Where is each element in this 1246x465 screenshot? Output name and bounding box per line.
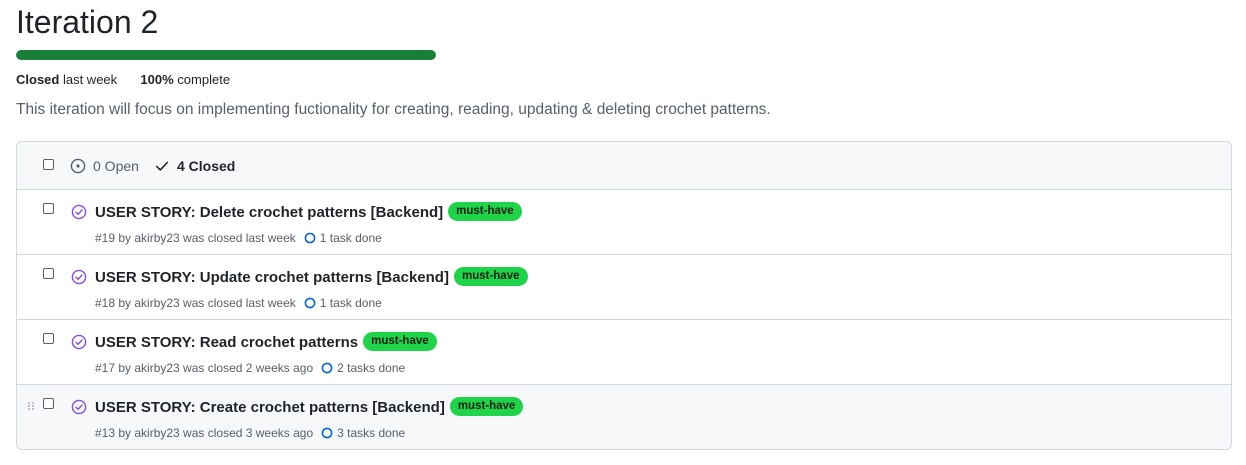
task-count: 1 task done [319,296,382,310]
percent-text: complete [177,72,231,87]
issues-list: 0 Open 4 Closed USER STORY: Delete croch… [16,141,1232,450]
issue-closed-icon [71,204,87,220]
label-badge[interactable]: must-have [363,331,437,351]
issue-title-link[interactable]: USER STORY: Update crochet patterns [Bac… [95,268,449,288]
label-badge[interactable]: must-have [453,266,528,286]
issue-title-link[interactable]: USER STORY: Delete crochet patterns [Bac… [95,203,443,223]
task-progress: 2 tasks done [321,360,405,376]
issue-checkbox[interactable] [43,268,54,279]
task-count: 2 tasks done [337,361,406,375]
issue-checkbox[interactable] [43,333,54,344]
label-badge[interactable]: must-have [449,396,524,416]
task-progress: 3 tasks done [321,425,405,441]
issue-row[interactable]: USER STORY: Update crochet patterns [Bac… [17,255,1231,320]
issue-row[interactable]: USER STORY: Read crochet patterns must-h… [17,320,1231,385]
issue-closed-icon [71,269,87,285]
open-filter[interactable]: 0 Open [70,157,139,175]
issue-closed-icon [71,334,87,350]
closed-when: last week [62,72,118,87]
issue-meta: #13 by akirby23 was closed 3 weeks ago [95,426,314,440]
task-circle-icon [321,362,333,374]
iteration-meta: Closed last week 100% complete [16,71,230,89]
closed-filter-label: 4 Closed [177,158,236,174]
issue-title-link[interactable]: USER STORY: Read crochet patterns [95,333,358,353]
task-count: 3 tasks done [337,426,406,440]
issue-meta: #18 by akirby23 was closed last week [95,296,296,310]
progress-fill [16,50,436,60]
issues-list-header: 0 Open 4 Closed [17,142,1231,190]
drag-handle-icon[interactable] [27,401,35,411]
percent-value: 100% [140,72,174,87]
issue-closed-icon [71,399,87,415]
issue-meta: #19 by akirby23 was closed last week [95,231,296,245]
progress-bar [16,50,436,60]
check-icon [155,161,169,171]
task-count: 1 task done [319,231,382,245]
open-filter-label: 0 Open [93,158,139,174]
label-badge[interactable]: must-have [448,201,522,221]
task-circle-icon [304,297,316,309]
task-circle-icon [321,427,333,439]
page-title: Iteration 2 [16,4,159,40]
issue-checkbox[interactable] [43,203,54,214]
closed-status: Closed [16,72,60,87]
iteration-description: This iteration will focus on implementin… [16,101,771,118]
task-progress: 1 task done [304,295,382,311]
issue-meta: #17 by akirby23 was closed 2 weeks ago [95,361,314,375]
task-progress: 1 task done [304,230,382,246]
task-circle-icon [304,232,316,244]
select-all-checkbox[interactable] [43,159,54,170]
issue-row[interactable]: USER STORY: Delete crochet patterns [Bac… [17,190,1231,255]
issue-open-icon [70,158,86,174]
issue-title-link[interactable]: USER STORY: Create crochet patterns [Bac… [95,398,445,418]
closed-filter[interactable]: 4 Closed [155,157,235,175]
issue-row[interactable]: USER STORY: Create crochet patterns [Bac… [17,385,1231,449]
issue-checkbox[interactable] [43,398,54,409]
